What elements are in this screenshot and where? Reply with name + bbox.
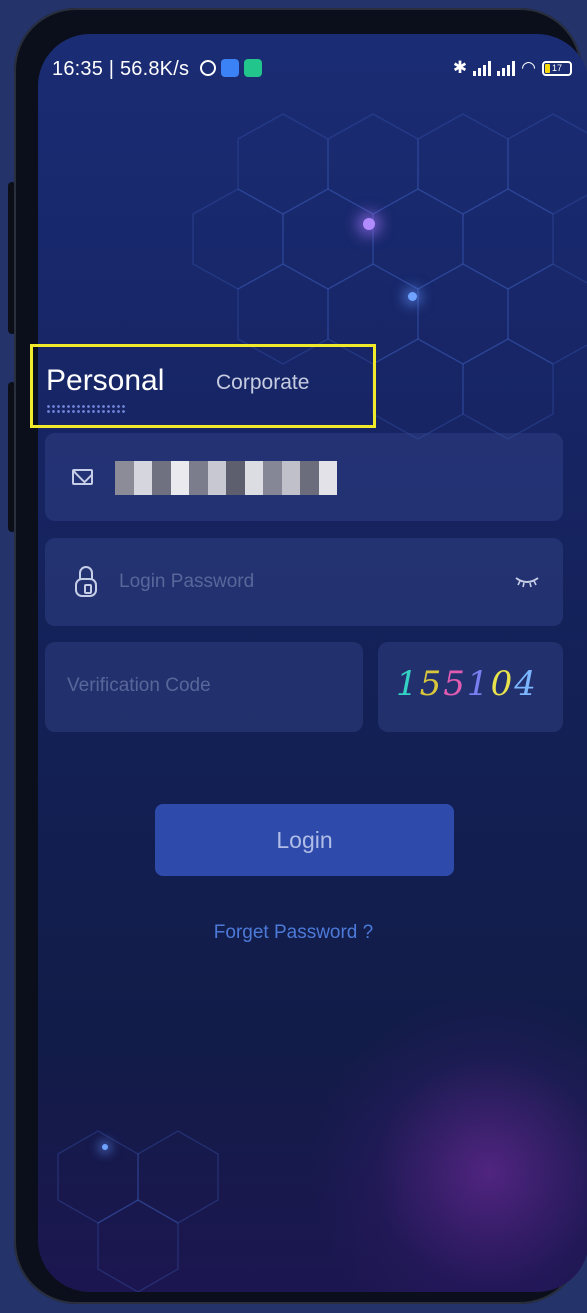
glow-dot [363, 218, 375, 230]
captcha-char: 1 [396, 664, 420, 704]
glow-dot [408, 292, 417, 301]
app-notification-icon [244, 59, 262, 77]
battery-level: 17 [551, 62, 562, 73]
password-placeholder: Login Password [119, 571, 255, 592]
username-field[interactable] [45, 433, 563, 521]
login-button[interactable]: Login [155, 804, 454, 876]
captcha-char: 0 [490, 664, 515, 704]
tab-corporate[interactable]: Corporate [216, 371, 309, 395]
tab-personal[interactable]: Personal [46, 364, 164, 398]
username-value-blurred [115, 461, 337, 495]
status-left-icons [200, 59, 262, 77]
eye-closed-icon[interactable] [515, 576, 539, 588]
captcha-text: 155104 [396, 664, 538, 704]
tab-active-indicator [46, 404, 126, 414]
captcha-char: 5 [419, 664, 444, 704]
battery-icon: 17 [542, 60, 572, 76]
status-time-speed: 16:35 | 56.8K/s [52, 58, 190, 80]
captcha-char: 4 [514, 664, 538, 704]
wifi-icon: ◠ [521, 58, 536, 77]
lock-icon [75, 566, 97, 598]
captcha-char: 1 [466, 664, 491, 704]
status-bar: 16:35 | 56.8K/s ✱ ◠ 17 [52, 52, 572, 92]
status-right-icons: ✱ ◠ 17 [453, 58, 572, 78]
verification-placeholder: Verification Code [67, 675, 211, 696]
alarm-icon [200, 60, 216, 76]
mail-icon [72, 469, 93, 485]
password-field[interactable]: Login Password [45, 538, 563, 626]
verification-code-field[interactable]: Verification Code [45, 642, 363, 732]
forgot-password-link[interactable]: Forget Password ? [0, 922, 587, 944]
signal-icon [497, 60, 516, 76]
glow-dot [102, 1144, 108, 1150]
bluetooth-icon: ✱ [452, 58, 468, 77]
app-notification-icon [221, 59, 239, 77]
captcha-char: 5 [443, 664, 467, 704]
captcha-image[interactable]: 155104 [378, 642, 563, 732]
signal-icon [473, 60, 492, 76]
